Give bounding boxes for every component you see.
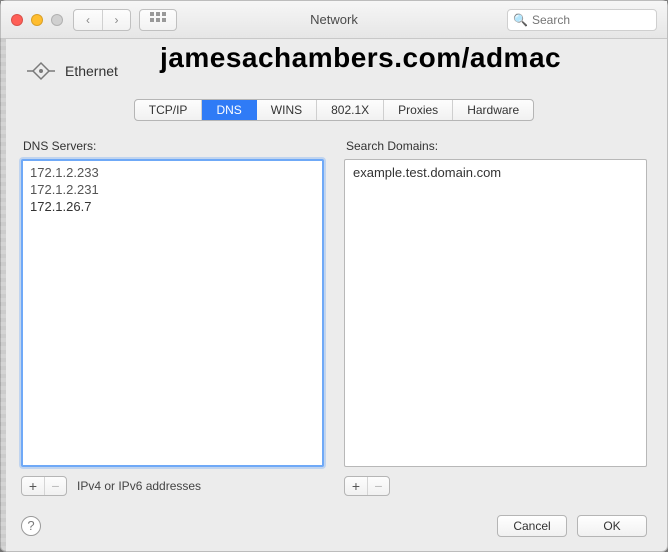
tab-8021x[interactable]: 802.1X <box>317 100 384 120</box>
show-all-group <box>139 9 177 31</box>
domain-add-remove: + − <box>344 476 390 496</box>
settings-tabs: TCP/IPDNSWINS802.1XProxiesHardware <box>134 99 534 121</box>
close-window-button[interactable] <box>11 14 23 26</box>
tab-dns[interactable]: DNS <box>202 100 256 120</box>
nav-back-forward: ‹ › <box>73 9 131 31</box>
dns-add-button[interactable]: + <box>22 477 44 495</box>
cancel-button[interactable]: Cancel <box>497 515 567 537</box>
watermark-text: jamesachambers.com/admac <box>160 42 561 74</box>
footer-buttons: Cancel OK <box>497 515 647 537</box>
dns-servers-list[interactable]: 172.1.2.233172.1.2.231172.1.26.7 <box>21 159 324 467</box>
dns-hint: IPv4 or IPv6 addresses <box>77 479 201 493</box>
search-domains-label: Search Domains: <box>344 139 647 153</box>
help-button[interactable]: ? <box>21 516 41 536</box>
tab-wins[interactable]: WINS <box>257 100 317 120</box>
nav-forward-button[interactable]: › <box>102 10 130 30</box>
search-domains-column: Search Domains: example.test.domain.com … <box>344 139 647 497</box>
show-all-button[interactable] <box>140 10 176 30</box>
grid-icon <box>150 12 166 24</box>
dns-panel: DNS Servers: 172.1.2.233172.1.2.231172.1… <box>21 139 647 497</box>
search-domains-controls: + − <box>344 475 647 497</box>
tab-tcpip[interactable]: TCP/IP <box>135 100 203 120</box>
ethernet-icon <box>27 59 55 83</box>
search-domain-entry[interactable]: example.test.domain.com <box>351 164 640 181</box>
tab-hardware[interactable]: Hardware <box>453 100 533 120</box>
dns-remove-button[interactable]: − <box>44 477 66 495</box>
dns-servers-label: DNS Servers: <box>21 139 324 153</box>
window-left-shadow <box>0 38 6 552</box>
domain-add-button[interactable]: + <box>345 477 367 495</box>
dns-server-entry[interactable]: 172.1.26.7 <box>28 198 317 215</box>
footer: ? Cancel OK <box>1 505 667 551</box>
search-input[interactable] <box>507 9 657 31</box>
ok-button[interactable]: OK <box>577 515 647 537</box>
search-wrap: 🔍 <box>507 9 657 31</box>
traffic-lights <box>11 14 63 26</box>
tab-proxies[interactable]: Proxies <box>384 100 453 120</box>
titlebar: ‹ › Network 🔍 <box>1 1 667 39</box>
search-icon: 🔍 <box>513 13 528 27</box>
domain-remove-button[interactable]: − <box>367 477 389 495</box>
dns-server-entry[interactable]: 172.1.2.233 <box>28 164 317 181</box>
dns-server-entry[interactable]: 172.1.2.231 <box>28 181 317 198</box>
dns-servers-controls: + − IPv4 or IPv6 addresses <box>21 475 324 497</box>
preferences-window: ‹ › Network 🔍 jamesachambers.com/admac <box>0 0 668 552</box>
search-domains-list[interactable]: example.test.domain.com <box>344 159 647 467</box>
connection-name: Ethernet <box>65 63 118 79</box>
nav-back-button[interactable]: ‹ <box>74 10 102 30</box>
dns-servers-column: DNS Servers: 172.1.2.233172.1.2.231172.1… <box>21 139 324 497</box>
dns-add-remove: + − <box>21 476 67 496</box>
zoom-window-button[interactable] <box>51 14 63 26</box>
minimize-window-button[interactable] <box>31 14 43 26</box>
